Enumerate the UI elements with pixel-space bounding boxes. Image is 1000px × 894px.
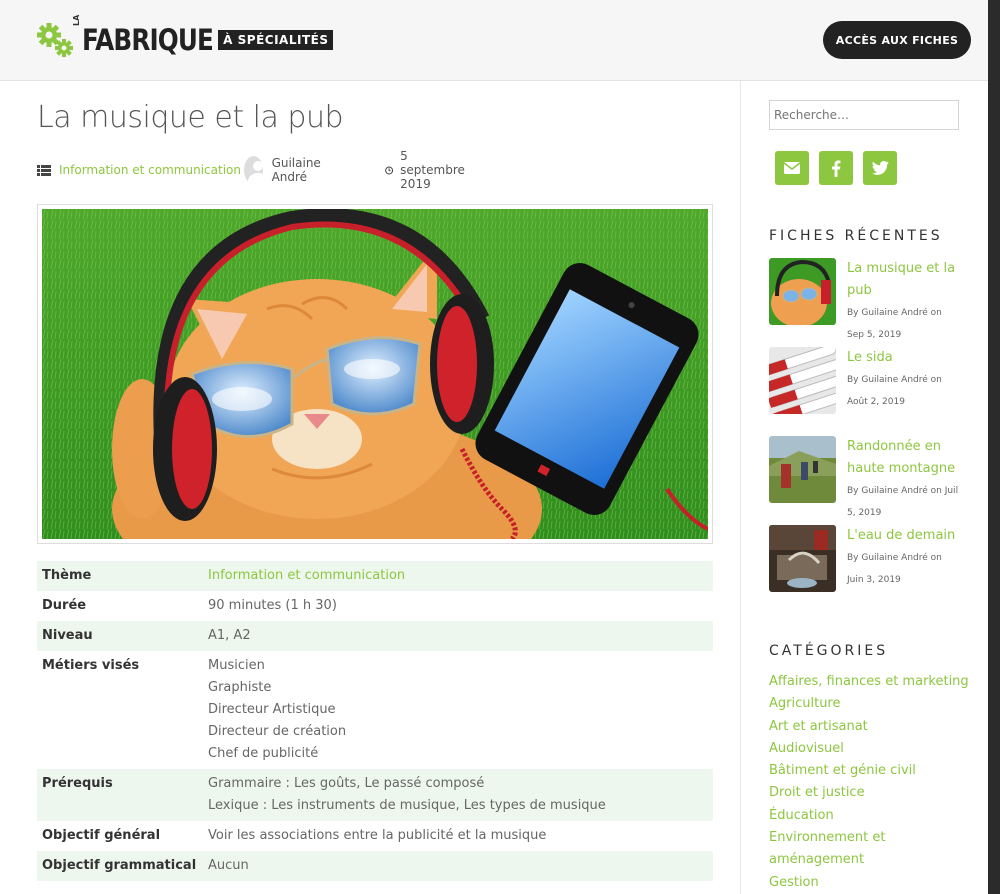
category-link[interactable]: Éducation bbox=[769, 805, 969, 827]
row-label: Niveau bbox=[42, 628, 93, 643]
recent-thumbnail[interactable] bbox=[769, 347, 836, 414]
row-label: Métiers visés bbox=[42, 658, 140, 673]
category-link[interactable]: Agriculture bbox=[769, 693, 969, 715]
row-label: Durée bbox=[42, 598, 87, 613]
row-value: Musicien Graphiste Directeur Artistique … bbox=[208, 651, 708, 769]
column-divider bbox=[740, 81, 741, 894]
category-link[interactable]: Audiovisuel bbox=[769, 738, 969, 760]
featured-image bbox=[37, 204, 713, 544]
row-label: Objectif général bbox=[42, 828, 161, 843]
table-row: Thème Information et communication bbox=[37, 561, 713, 591]
page-title: La musique et la pub bbox=[37, 100, 344, 135]
list-item[interactable]: La musique et la pub By Guilaine André o… bbox=[769, 258, 959, 346]
recent-title[interactable]: Le sida bbox=[847, 347, 959, 369]
post-author[interactable]: Guilaine André bbox=[272, 156, 331, 184]
site-header: LA FABRIQUE À SPÉCIALITÉS ACCÈS AUX FICH… bbox=[0, 0, 988, 81]
site-logo[interactable]: LA FABRIQUE À SPÉCIALITÉS bbox=[36, 15, 334, 60]
table-row: Durée 90 minutes (1 h 30) bbox=[37, 591, 713, 621]
clock-icon bbox=[385, 166, 394, 174]
list-item: Directeur de création bbox=[208, 724, 347, 739]
row-label: Prérequis bbox=[42, 776, 113, 791]
list-item: Musicien bbox=[208, 658, 265, 673]
table-row: Objectif général Voir les associations e… bbox=[37, 821, 713, 851]
logo-prefix: LA bbox=[72, 14, 81, 26]
search-input[interactable] bbox=[769, 100, 959, 130]
row-label: Objectif grammatical bbox=[42, 858, 197, 873]
list-item[interactable]: L'eau de demain By Guilaine André on Jui… bbox=[769, 525, 959, 592]
post-date: 5 septembre 2019 bbox=[400, 149, 465, 191]
scrollbar[interactable] bbox=[988, 0, 1000, 894]
categories-list: Affaires, finances et marketing Agricult… bbox=[769, 671, 969, 894]
categories-heading: CATÉGORIES bbox=[769, 643, 889, 659]
list-item: Graphiste bbox=[208, 680, 272, 695]
recent-byline: By Guilaine André on Sep 5, 2019 bbox=[847, 308, 942, 340]
recent-posts-heading: FICHES RÉCENTES bbox=[769, 228, 943, 244]
recent-thumbnail[interactable] bbox=[769, 258, 836, 325]
post-meta: Information et communication Guilaine An… bbox=[37, 149, 465, 191]
table-row: Niveau A1, A2 bbox=[37, 621, 713, 651]
avatar bbox=[244, 156, 263, 184]
list-item[interactable]: Le sida By Guilaine André on Août 2, 201… bbox=[769, 347, 959, 414]
list-item: Chef de publicité bbox=[208, 746, 319, 761]
logo-main-text: FABRIQUE bbox=[82, 23, 214, 57]
row-value: 90 minutes (1 h 30) bbox=[208, 598, 337, 613]
recent-byline: By Guilaine André on Août 2, 2019 bbox=[847, 375, 942, 407]
cat-headphones-image bbox=[42, 209, 708, 539]
row-value: A1, A2 bbox=[208, 628, 251, 643]
recent-byline: By Guilaine André on Juin 3, 2019 bbox=[847, 553, 942, 585]
facebook-icon[interactable] bbox=[819, 151, 853, 185]
list-item: Directeur Artistique bbox=[208, 702, 336, 717]
gears-icon bbox=[37, 23, 73, 57]
social-links bbox=[775, 151, 897, 185]
row-value: Grammaire : Les goûts, Le passé composé … bbox=[208, 769, 708, 821]
recent-thumbnail[interactable] bbox=[769, 525, 836, 592]
list-item: Grammaire : Les goûts, Le passé composé bbox=[208, 776, 485, 791]
row-value: Voir les associations entre la publicité… bbox=[208, 828, 547, 843]
category-link[interactable]: Droit et justice bbox=[769, 782, 969, 804]
details-table: Thème Information et communication Durée… bbox=[37, 561, 713, 881]
table-row: Prérequis Grammaire : Les goûts, Le pass… bbox=[37, 769, 713, 821]
category-link[interactable]: Art et artisanat bbox=[769, 716, 969, 738]
table-row: Métiers visés Musicien Graphiste Directe… bbox=[37, 651, 713, 769]
recent-title[interactable]: La musique et la pub bbox=[847, 258, 959, 302]
table-row: Objectif grammatical Aucun bbox=[37, 851, 713, 881]
category-link[interactable]: Gestion bbox=[769, 872, 969, 894]
category-link[interactable]: Bâtiment et génie civil bbox=[769, 760, 969, 782]
recent-title[interactable]: Randonnée en haute montagne bbox=[847, 436, 959, 480]
logo-tagline: À SPÉCIALITÉS bbox=[218, 30, 334, 50]
access-sheets-button[interactable]: ACCÈS AUX FICHES bbox=[823, 21, 971, 59]
row-label: Thème bbox=[42, 568, 92, 583]
list-icon bbox=[37, 164, 51, 176]
list-item[interactable]: Randonnée en haute montagne By Guilaine … bbox=[769, 436, 959, 524]
theme-link[interactable]: Information et communication bbox=[208, 561, 708, 591]
category-link[interactable]: Environnement et aménagement bbox=[769, 827, 899, 872]
email-icon[interactable] bbox=[775, 151, 809, 185]
recent-thumbnail[interactable] bbox=[769, 436, 836, 503]
row-value: Aucun bbox=[208, 858, 249, 873]
post-category-link[interactable]: Information et communication bbox=[59, 163, 241, 177]
list-item: Lexique : Les instruments de musique, Le… bbox=[208, 798, 606, 813]
recent-byline: By Guilaine André on Juil 5, 2019 bbox=[847, 486, 959, 518]
category-link[interactable]: Affaires, finances et marketing bbox=[769, 671, 969, 693]
recent-title[interactable]: L'eau de demain bbox=[847, 525, 959, 547]
twitter-icon[interactable] bbox=[863, 151, 897, 185]
